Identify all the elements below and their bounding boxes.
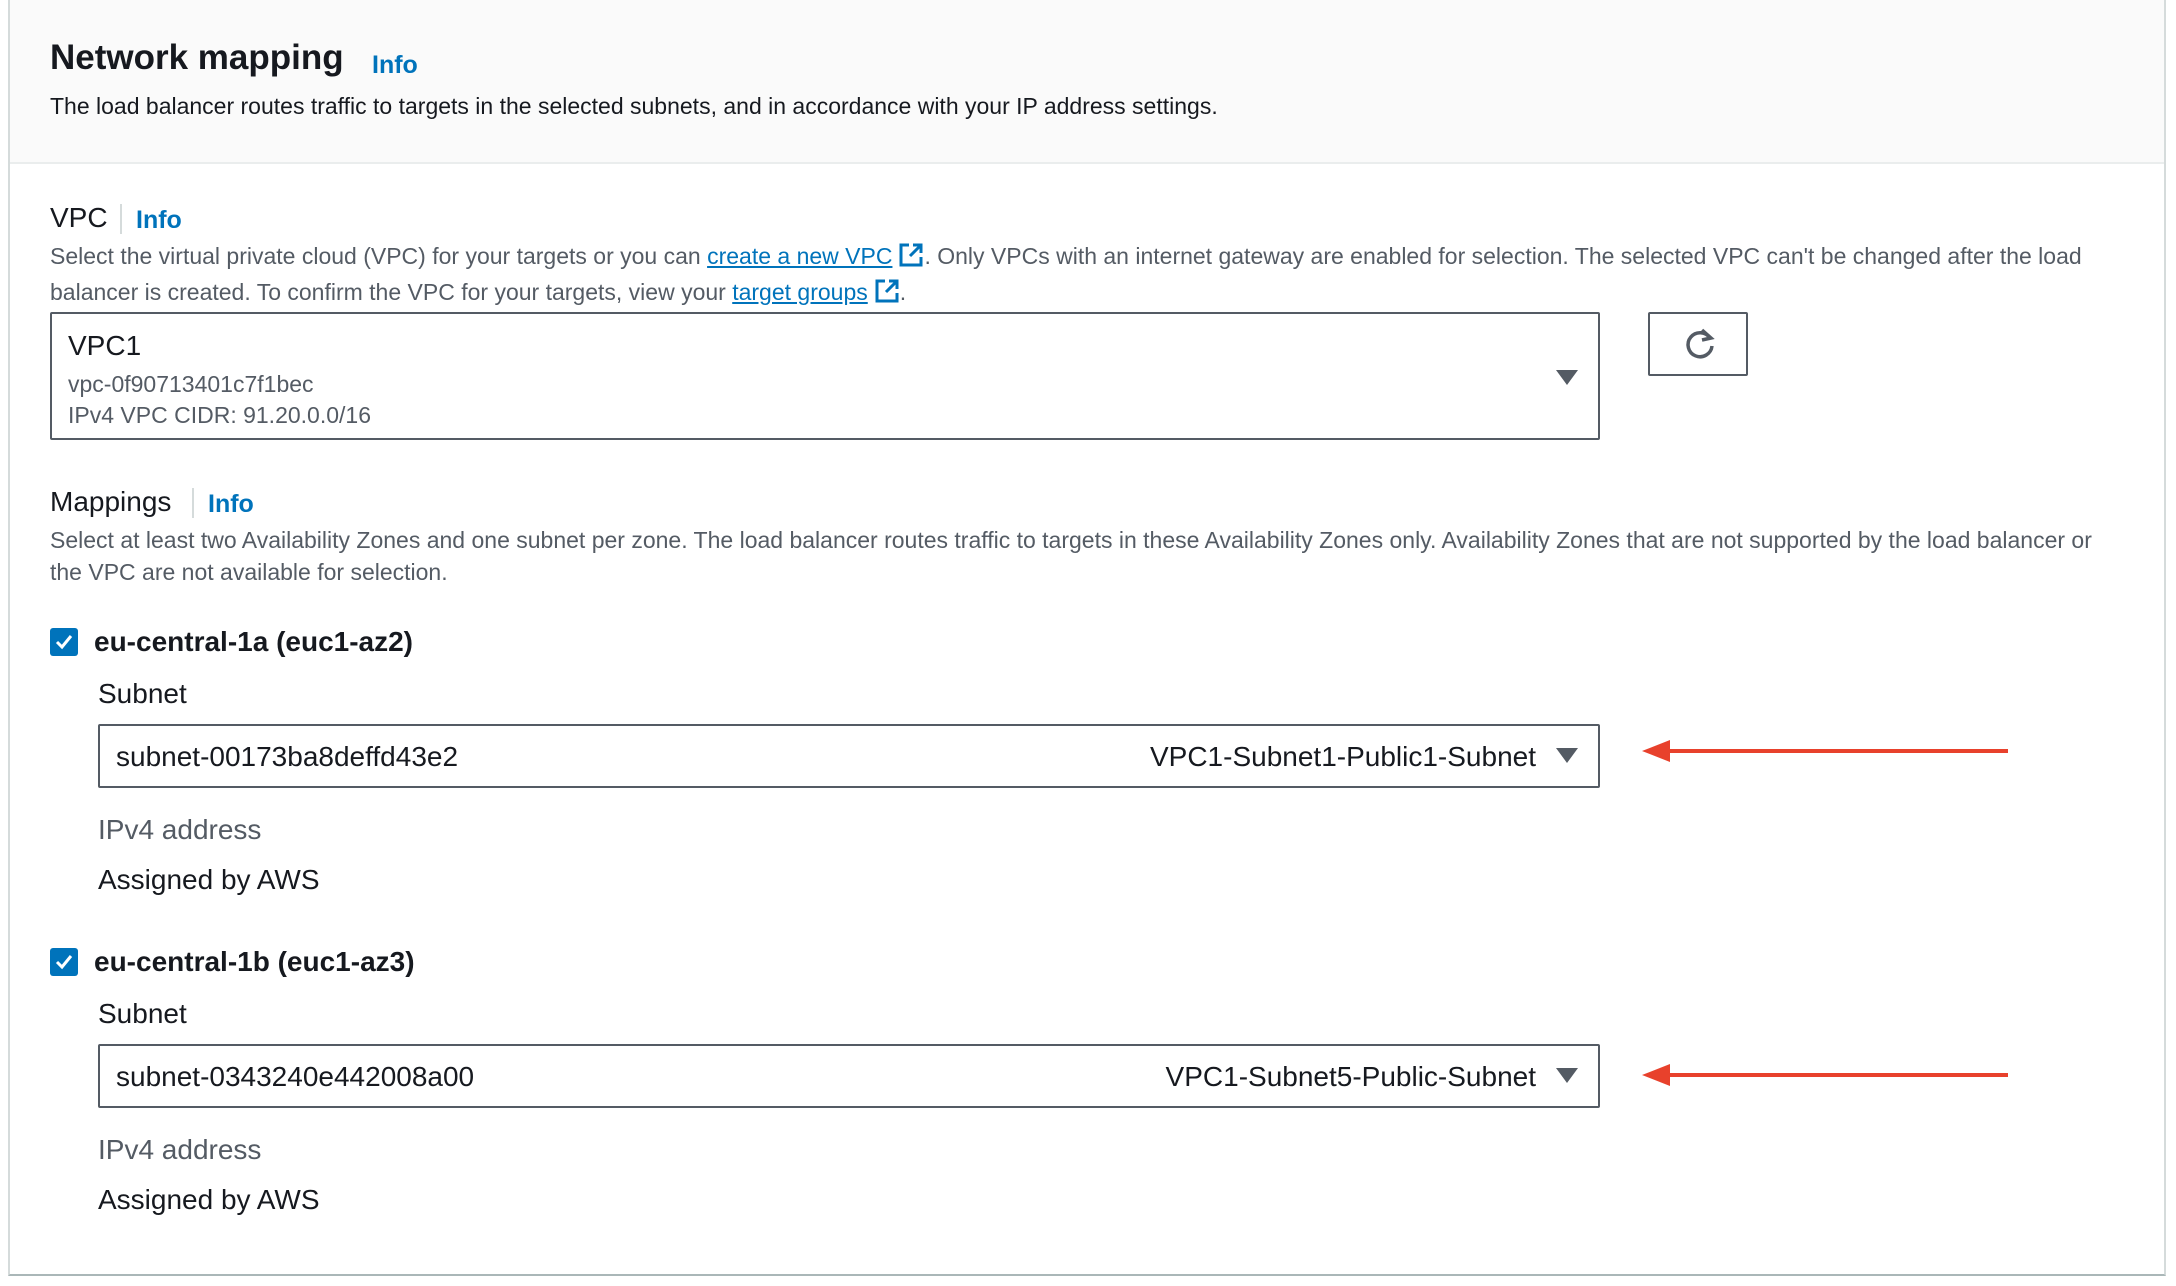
refresh-vpc-button[interactable] xyxy=(1648,312,1748,376)
vpc-info-link[interactable]: Info xyxy=(136,206,182,235)
annotation-arrow-left-icon xyxy=(1642,740,2008,762)
annotation-arrow-left-icon xyxy=(1642,1064,2008,1086)
mappings-label: Mappings xyxy=(50,486,172,517)
ipv4-address-value: Assigned by AWS xyxy=(98,1184,320,1215)
target-groups-link[interactable]: target groups xyxy=(732,279,868,305)
mappings-label-divider xyxy=(192,488,194,518)
subnet-id: subnet-0343240e442008a00 xyxy=(116,1061,475,1092)
external-link-icon xyxy=(874,278,900,312)
az-label-eu-central-1b: eu-central-1b (euc1-az3) xyxy=(94,946,415,977)
panel-header: Network mapping Info The load balancer r… xyxy=(10,0,2164,164)
caret-down-icon xyxy=(1556,748,1578,763)
vpc-desc-text-3: . xyxy=(899,279,907,305)
subnet-name: VPC1-Subnet5-Public-Subnet xyxy=(1165,1061,1536,1092)
create-new-vpc-link[interactable]: create a new VPC xyxy=(707,243,892,269)
subnet-select-eu-central-1a[interactable]: subnet-00173ba8deffd43e2 VPC1-Subnet1-Pu… xyxy=(98,724,1600,788)
subnet-select-eu-central-1b[interactable]: subnet-0343240e442008a00 VPC1-Subnet5-Pu… xyxy=(98,1044,1600,1108)
ipv4-address-label: IPv4 address xyxy=(98,814,262,845)
section-title: Network mapping xyxy=(50,38,344,77)
network-mapping-info-link[interactable]: Info xyxy=(372,51,418,80)
section-description: The load balancer routes traffic to targ… xyxy=(50,93,1218,119)
vpc-selected-cidr: IPv4 VPC CIDR: 91.20.0.0/16 xyxy=(68,402,371,428)
mappings-description: Select at least two Availability Zones a… xyxy=(50,527,2092,585)
mappings-info-link[interactable]: Info xyxy=(208,490,254,519)
network-mapping-panel: Network mapping Info The load balancer r… xyxy=(8,0,2166,1276)
az-checkbox-eu-central-1b[interactable] xyxy=(50,948,78,976)
az-label-eu-central-1a: eu-central-1a (euc1-az2) xyxy=(94,626,414,657)
check-icon xyxy=(55,635,73,650)
ipv4-address-label: IPv4 address xyxy=(98,1134,262,1165)
vpc-select[interactable]: VPC1 vpc-0f90713401c7f1bec IPv4 VPC CIDR… xyxy=(50,312,1600,440)
vpc-label-divider xyxy=(120,204,122,234)
vpc-description: Select the virtual private cloud (VPC) f… xyxy=(50,240,2130,312)
az-checkbox-eu-central-1a[interactable] xyxy=(50,628,78,656)
subnet-name: VPC1-Subnet1-Public1-Subnet xyxy=(1149,741,1536,772)
caret-down-icon xyxy=(1556,1068,1578,1083)
subnet-label: Subnet xyxy=(98,678,187,709)
vpc-selected-name: VPC1 xyxy=(68,330,142,361)
caret-down-icon xyxy=(1556,370,1578,385)
subnet-label: Subnet xyxy=(98,998,187,1029)
external-link-icon xyxy=(898,242,924,276)
subnet-id: subnet-00173ba8deffd43e2 xyxy=(116,741,459,772)
refresh-icon xyxy=(1686,328,1715,359)
vpc-selected-id: vpc-0f90713401c7f1bec xyxy=(68,371,314,397)
vpc-label: VPC xyxy=(50,202,108,233)
ipv4-address-value: Assigned by AWS xyxy=(98,864,320,895)
check-icon xyxy=(55,955,73,970)
vpc-desc-text-1: Select the virtual private cloud (VPC) f… xyxy=(50,243,708,269)
